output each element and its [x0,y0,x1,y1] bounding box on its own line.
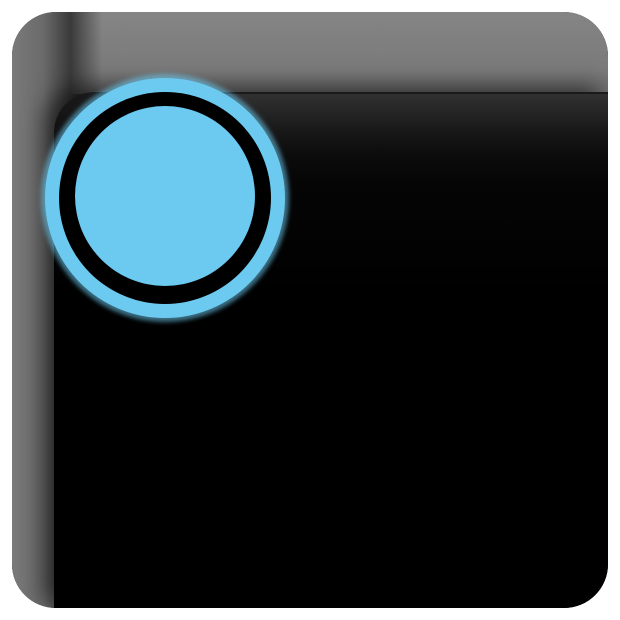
gloss-highlight [182,94,608,154]
inner-face [54,92,608,608]
canvas [0,0,620,620]
app-icon[interactable] [12,12,608,608]
